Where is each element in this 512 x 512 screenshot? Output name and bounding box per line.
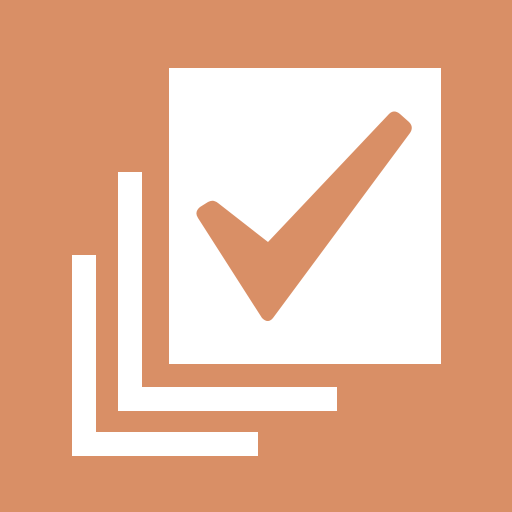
stacked-checklist-icon	[72, 68, 441, 456]
icon-canvas	[0, 0, 512, 512]
